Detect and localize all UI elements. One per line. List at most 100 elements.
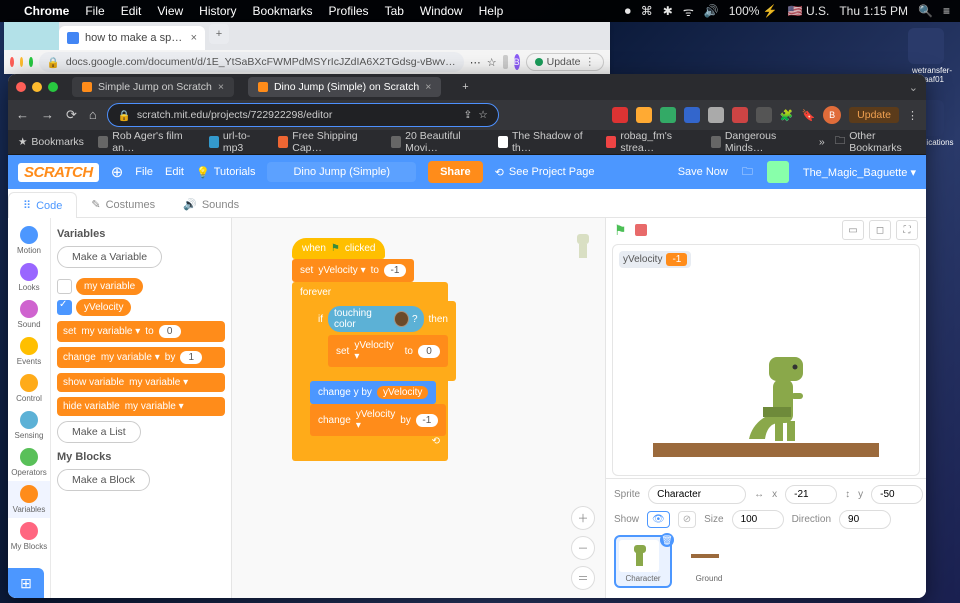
zoom-in-button[interactable]: ＋ (571, 506, 595, 530)
menu-help[interactable]: Help (479, 4, 504, 18)
update-button[interactable]: Update (849, 107, 899, 123)
forward-button[interactable]: → (41, 107, 54, 123)
when-flag-clicked-block[interactable]: when⚑clicked (292, 238, 385, 259)
sprite-x-input[interactable] (785, 485, 837, 504)
script-stack[interactable]: when⚑clicked setyVelocityto-1 forever if… (292, 238, 448, 461)
tabs-overflow-icon[interactable]: ⌄ (909, 81, 918, 94)
bookmark-item[interactable]: Free Shipping Cap… (278, 130, 377, 154)
star-icon[interactable]: ☆ (478, 109, 487, 121)
close-icon[interactable]: × (218, 81, 224, 93)
category-operators[interactable]: Operators (8, 444, 50, 481)
input-source[interactable]: 🇺🇸 U.S. (788, 4, 830, 18)
tab-costumes[interactable]: ✎Costumes (77, 192, 169, 217)
wifi-icon[interactable]: ᯤ (683, 3, 694, 20)
bg-tab[interactable]: how to make a sprite jump in s × (59, 26, 205, 50)
reload-button[interactable]: ⟳ (66, 107, 77, 123)
user-avatar[interactable] (767, 161, 789, 183)
extension-icon[interactable] (684, 107, 700, 123)
variable-reporter[interactable]: yVelocity (377, 386, 428, 399)
tutorials-button[interactable]: 💡Tutorials (196, 166, 255, 179)
ext-icon[interactable] (503, 55, 508, 69)
category-motion[interactable]: Motion (8, 222, 50, 259)
see-project-page[interactable]: ⟲See Project Page (495, 166, 595, 179)
traffic-min[interactable] (20, 57, 24, 67)
variable-pill[interactable]: my variable (76, 278, 143, 295)
stage-small-button[interactable]: ▭ (842, 220, 864, 240)
stage[interactable]: yVelocity-1 (612, 244, 920, 476)
category-variables[interactable]: Variables (8, 481, 50, 518)
change-y-by-block[interactable]: change y byyVelocity (310, 381, 436, 404)
extension-icon[interactable] (612, 107, 628, 123)
address-bar[interactable]: 🔒 scratch.mit.edu/projects/722922298/edi… (107, 103, 499, 127)
spotlight-icon[interactable]: 🔍 (918, 4, 933, 18)
bookmark-item[interactable]: 20 Beautiful Movi… (391, 130, 484, 154)
clock[interactable]: Thu 1:15 PM (839, 4, 908, 18)
bookmark-item[interactable]: Rob Ager's film an… (98, 130, 195, 154)
back-button[interactable]: ← (16, 107, 29, 123)
file-menu[interactable]: File (135, 166, 153, 178)
profile-avatar[interactable]: B (514, 54, 520, 70)
var-checkbox-checked[interactable] (57, 300, 72, 315)
folder-icon[interactable]: 🗀 (742, 163, 753, 182)
add-extension-button[interactable]: ⊞ (8, 568, 44, 598)
sprite-size-input[interactable] (732, 510, 784, 529)
category-looks[interactable]: Looks (8, 259, 50, 296)
bookmark-item[interactable]: robag_fm's strea… (606, 130, 697, 154)
browser-tab[interactable]: Simple Jump on Scratch× (72, 77, 234, 97)
show-var-block[interactable]: show variablemy variable (57, 373, 225, 392)
other-bookmarks[interactable]: 🗀 Other Bookmarks (835, 130, 916, 154)
forever-block[interactable]: forever iftouching color?then setyVeloci… (292, 282, 448, 461)
project-name-input[interactable]: Dino Jump (Simple) (267, 162, 416, 182)
sprite-y-input[interactable] (871, 485, 923, 504)
battery-status[interactable]: 100% ⚡ (729, 4, 778, 18)
bg-url-bar[interactable]: 🔒 docs.google.com/document/d/1E_YtSaBXcF… (39, 52, 464, 72)
extensions-menu-icon[interactable]: 🧩 (780, 109, 794, 122)
control-center-icon[interactable]: ≡ (943, 4, 950, 18)
stage-large-button[interactable]: ◻ (869, 220, 891, 240)
overflow-icon[interactable]: » (819, 136, 825, 148)
status-icon[interactable]: ⏺ (625, 4, 631, 19)
show-visible-button[interactable]: 👁 (647, 511, 670, 528)
if-then-block[interactable]: iftouching color?then setyVelocityto0 (310, 301, 456, 381)
set-var-block[interactable]: setyVelocityto0 (328, 335, 448, 367)
menu-window[interactable]: Window (420, 4, 463, 18)
var-checkbox[interactable] (57, 279, 72, 294)
menu-file[interactable]: File (85, 4, 104, 18)
bookmark-item[interactable]: url-to-mp3 (209, 130, 264, 154)
update-button[interactable]: Update⋮ (526, 53, 604, 71)
menu-icon[interactable]: ⋮ (907, 109, 918, 122)
menu-bookmarks[interactable]: Bookmarks (253, 4, 313, 18)
edit-menu[interactable]: Edit (165, 166, 184, 178)
sprite-direction-input[interactable] (839, 510, 891, 529)
browser-tab-active[interactable]: Dino Jump (Simple) on Scratch× (248, 77, 441, 97)
zoom-out-button[interactable]: － (571, 536, 595, 560)
share-icon[interactable]: ⇪ (464, 109, 473, 121)
tab-code[interactable]: ⠿Code (8, 192, 77, 218)
extension-icon[interactable] (660, 107, 676, 123)
hide-var-block[interactable]: hide variablemy variable (57, 397, 225, 416)
stage-full-button[interactable]: ⛶ (896, 220, 918, 240)
tab-sounds[interactable]: 🔊Sounds (169, 192, 253, 217)
change-var-block[interactable]: changeyVelocityby-1 (310, 404, 446, 436)
category-events[interactable]: Events (8, 333, 50, 370)
sprite-thumb-ground[interactable]: Ground (680, 535, 738, 588)
extension-icon[interactable] (732, 107, 748, 123)
sprite-thumb-character[interactable]: 🗑 Character (614, 535, 672, 588)
extension-icon[interactable] (636, 107, 652, 123)
scratch-logo[interactable]: SCRATCH (18, 163, 99, 182)
language-menu[interactable]: ⊕ (111, 163, 124, 181)
close-icon[interactable]: × (191, 32, 197, 44)
extension-icon[interactable] (708, 107, 724, 123)
save-now[interactable]: Save Now (678, 166, 728, 178)
touching-color-sensing[interactable]: touching color? (328, 306, 424, 332)
volume-icon[interactable]: 🔊 (704, 4, 719, 18)
traffic-min[interactable] (32, 82, 42, 92)
menu-profiles[interactable]: Profiles (329, 4, 369, 18)
set-var-block[interactable]: setyVelocityto-1 (292, 259, 414, 282)
show-hidden-button[interactable]: ⊘ (678, 511, 696, 528)
share-button[interactable]: Share (428, 161, 483, 183)
delete-sprite-icon[interactable]: 🗑 (660, 533, 674, 547)
ground-sprite[interactable] (653, 443, 879, 457)
set-var-block[interactable]: setmy variableto0 (57, 321, 225, 342)
extensions-icon[interactable]: ⋯ (470, 56, 481, 69)
